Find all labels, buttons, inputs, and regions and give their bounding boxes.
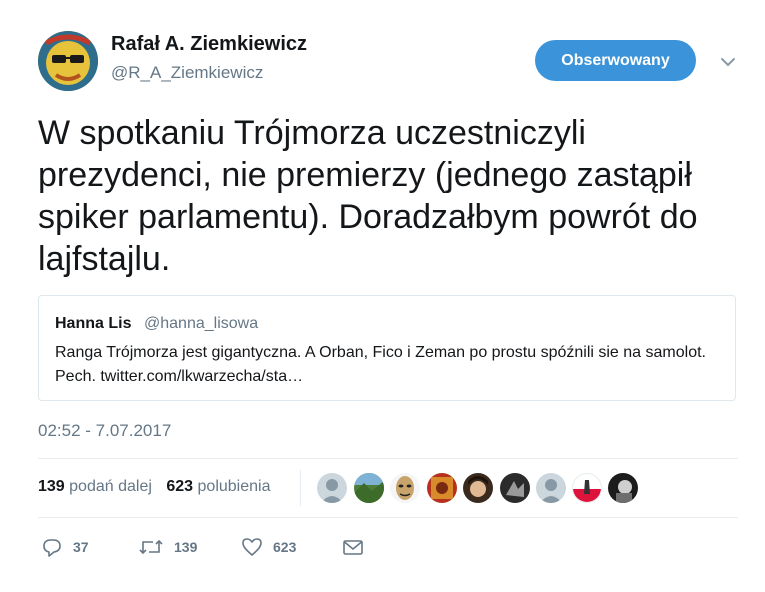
tweet-stats: 139 podań dalej 623 polubienia — [38, 478, 270, 496]
liker-avatar-painting[interactable] — [427, 473, 457, 503]
likes-count: 623 — [166, 478, 194, 495]
direct-message-action[interactable] — [342, 535, 364, 559]
liker-avatar-dark[interactable] — [500, 473, 530, 503]
reply-action[interactable]: 37 — [41, 535, 89, 559]
quoted-tweet-author-handle: @hanna_lisowa — [144, 315, 259, 332]
liker-avatar-flag[interactable] — [572, 473, 602, 503]
author-avatar[interactable] — [38, 31, 98, 91]
likes-label: polubienia — [197, 478, 271, 495]
likes-stat[interactable]: 623 polubienia — [166, 478, 270, 495]
retweets-stat[interactable]: 139 podań dalej — [38, 478, 152, 495]
stats-divider — [300, 470, 301, 506]
retweet-icon — [138, 536, 164, 558]
reply-icon — [41, 536, 63, 558]
liker-avatar-mask[interactable] — [390, 473, 420, 503]
quoted-tweet-author-name: Hanna Lis — [55, 315, 132, 332]
liker-avatar-landscape[interactable] — [354, 473, 384, 503]
retweets-label: podań dalej — [69, 478, 152, 495]
liker-avatar-bw[interactable] — [608, 473, 638, 503]
chevron-down-icon[interactable] — [718, 52, 738, 72]
liker-avatar-default-1[interactable] — [317, 473, 347, 503]
tweet-text: W spotkaniu Trójmorza uczestniczyli prez… — [38, 114, 698, 278]
divider — [38, 458, 738, 459]
tweet-timestamp[interactable]: 02:52 - 7.07.2017 — [38, 421, 171, 441]
like-count: 623 — [273, 539, 297, 555]
following-button[interactable]: Obserwowany — [535, 40, 696, 81]
quoted-tweet-text: Ranga Trójmorza jest gigantyczna. A Orba… — [55, 344, 706, 385]
retweet-action[interactable]: 139 — [138, 535, 197, 559]
retweets-count: 139 — [38, 478, 65, 495]
quoted-tweet[interactable]: Hanna Lis @hanna_lisowa Ranga Trójmorza … — [38, 295, 736, 401]
envelope-icon — [342, 536, 364, 558]
heart-icon — [241, 536, 263, 558]
reply-count: 37 — [73, 539, 89, 555]
liker-avatar-person[interactable] — [463, 473, 493, 503]
retweet-count: 139 — [174, 539, 198, 555]
like-action[interactable]: 623 — [241, 535, 296, 559]
author-handle[interactable]: @R_A_Ziemkiewicz — [111, 63, 263, 83]
liker-avatar-default-2[interactable] — [536, 473, 566, 503]
divider — [38, 517, 738, 518]
author-display-name[interactable]: Rafał A. Ziemkiewicz — [111, 33, 307, 56]
